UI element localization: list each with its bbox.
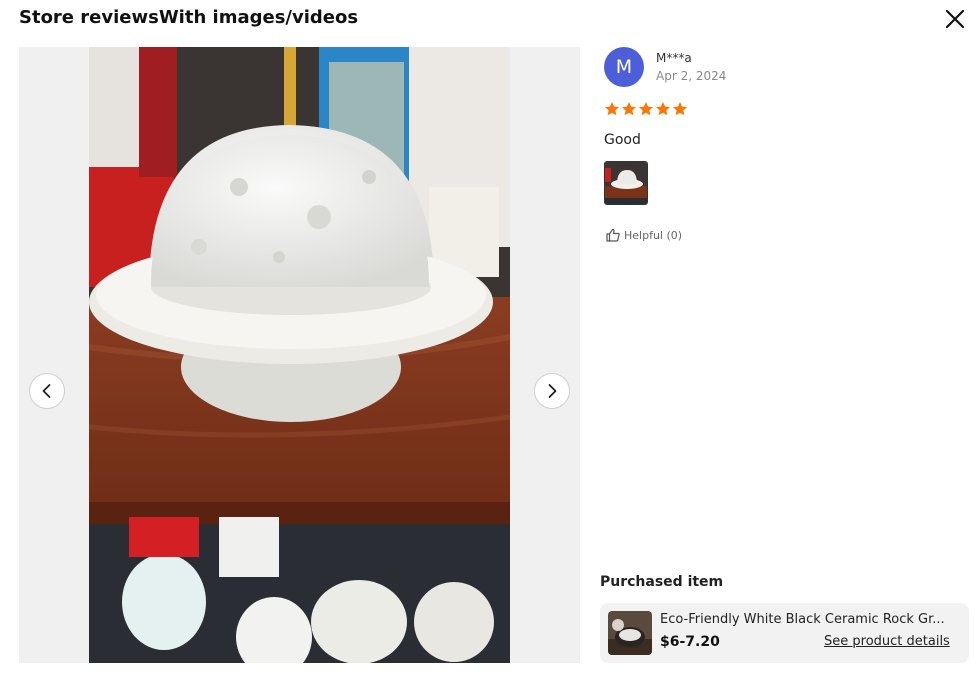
close-icon — [945, 9, 965, 29]
star-icon — [639, 102, 653, 116]
purchased-product-card[interactable]: Eco-Friendly White Black Ceramic Rock Gr… — [600, 603, 969, 663]
review-text: Good — [604, 132, 641, 148]
page-title: Store reviewsWith images/videos — [19, 7, 359, 28]
star-icon — [656, 102, 670, 116]
next-image-button[interactable] — [534, 373, 570, 409]
product-thumbnail[interactable] — [608, 611, 652, 655]
see-product-details-link[interactable]: See product details — [824, 634, 950, 649]
product-name[interactable]: Eco-Friendly White Black Ceramic Rock Gr… — [660, 612, 960, 627]
star-icon — [622, 102, 636, 116]
star-icon — [673, 102, 687, 116]
chevron-right-icon — [548, 384, 557, 398]
previous-image-button[interactable] — [29, 373, 65, 409]
product-price: $6-7.20 — [660, 634, 720, 650]
close-button[interactable] — [940, 4, 970, 34]
chevron-left-icon — [42, 384, 51, 398]
review-date: Apr 2, 2024 — [656, 69, 727, 83]
review-image-thumbnail[interactable] — [604, 161, 648, 205]
review-photo — [89, 47, 510, 663]
purchased-item-heading: Purchased item — [600, 574, 724, 590]
media-viewer — [19, 47, 580, 663]
avatar: M — [604, 47, 644, 87]
star-icon — [605, 102, 619, 116]
star-rating — [604, 101, 688, 117]
helpful-button[interactable]: Helpful (0) — [605, 227, 682, 243]
helpful-label: Helpful (0) — [624, 228, 683, 242]
reviewer-name: M***a — [656, 51, 692, 65]
thumbs-up-icon — [606, 228, 620, 242]
